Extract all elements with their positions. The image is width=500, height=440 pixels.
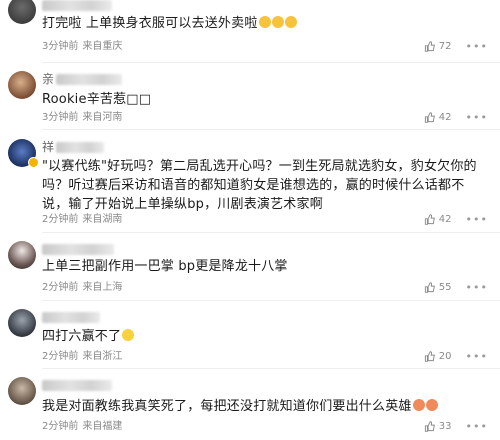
- comment-location: 来自福建: [82, 421, 123, 432]
- like-icon[interactable]: [424, 41, 435, 52]
- avatar[interactable]: [8, 377, 36, 405]
- comment-meta: 2分钟前 来自浙江: [42, 351, 122, 363]
- comment-text: Rookie辛苦惹□□: [42, 90, 482, 109]
- divider: [42, 300, 500, 301]
- laugh-emoji-icon: [258, 16, 271, 28]
- more-options-icon[interactable]: •••: [466, 111, 488, 124]
- comment-item: 亲 Rookie辛苦惹□□ 3分钟前 来自河南 42 •••: [0, 65, 500, 133]
- comment-item: 上单三把副作用一巴掌 bp更是降龙十八掌 2分钟前 来自上海 55 •••: [0, 235, 500, 303]
- comment-item: 打完啦 上单换身衣服可以去送外卖啦 3分钟前 来自重庆 72 •••: [0, 0, 500, 65]
- comment-text: 打完啦 上单换身衣服可以去送外卖啦: [42, 14, 482, 33]
- more-options-icon[interactable]: •••: [466, 213, 488, 226]
- comment-time: 2分钟前: [42, 421, 79, 432]
- comment-item: 祥 "以赛代练"好玩吗？第二局乱选开心吗？一到生死局就选豹女，豹女欠你的吗？听过…: [0, 133, 500, 235]
- comment-time: 2分钟前: [42, 282, 79, 293]
- username-initial[interactable]: 亲: [42, 72, 54, 86]
- avatar[interactable]: [8, 71, 36, 99]
- comment-location: 来自上海: [82, 282, 123, 293]
- like-count: 72: [438, 41, 452, 52]
- comment-text: 四打六赢不了: [42, 327, 482, 346]
- smile-emoji-icon: [122, 329, 135, 341]
- divider: [42, 62, 500, 63]
- comment-text-content: 四打六赢不了: [42, 329, 122, 344]
- avatar[interactable]: [8, 309, 36, 337]
- more-options-icon[interactable]: •••: [466, 420, 488, 433]
- comment-location: 来自湖南: [82, 214, 123, 225]
- comment-meta: 3分钟前 来自重庆: [42, 41, 122, 53]
- comment-text-content: 我是对面教练我真笑死了，每把还没打就知道你们要出什么英雄: [42, 399, 412, 414]
- comment-text: "以赛代练"好玩吗？第二局乱选开心吗？一到生死局就选豹女，豹女欠你的吗？听过赛后…: [42, 157, 482, 214]
- like-count: 33: [438, 421, 452, 432]
- comment-text-content: 上单三把副作用一巴掌 bp更是降龙十八掌: [42, 259, 288, 274]
- divider: [42, 368, 500, 369]
- comment-actions: 20 •••: [424, 350, 488, 363]
- like-icon[interactable]: [424, 214, 435, 225]
- laugh-emoji-icon: [271, 16, 284, 28]
- laugh-emoji-icon: [284, 16, 297, 28]
- more-options-icon[interactable]: •••: [466, 281, 488, 294]
- like-icon[interactable]: [424, 351, 435, 362]
- comment-time: 3分钟前: [42, 41, 79, 52]
- comment-actions: 55 •••: [424, 281, 488, 294]
- username[interactable]: [42, 244, 114, 255]
- comment-text-content: Rookie辛苦惹□□: [42, 92, 152, 107]
- like-icon[interactable]: [424, 112, 435, 123]
- like-count: 20: [438, 351, 452, 362]
- divider: [42, 232, 500, 233]
- vip-badge-icon: [28, 157, 39, 168]
- avatar[interactable]: [8, 241, 36, 269]
- username[interactable]: [42, 312, 100, 323]
- comment-text: 上单三把副作用一巴掌 bp更是降龙十八掌: [42, 257, 482, 276]
- username-initial[interactable]: 祥: [42, 140, 54, 154]
- comment-text: 我是对面教练我真笑死了，每把还没打就知道你们要出什么英雄: [42, 397, 482, 416]
- comment-location: 来自重庆: [82, 41, 123, 52]
- comment-actions: 72 •••: [424, 40, 488, 53]
- comment-text-content: "以赛代练"好玩吗？第二局乱选开心吗？一到生死局就选豹女，豹女欠你的吗？听过赛后…: [42, 159, 477, 212]
- comment-time: 2分钟前: [42, 214, 79, 225]
- comment-text-content: 打完啦 上单换身衣服可以去送外卖啦: [42, 16, 258, 31]
- comment-time: 3分钟前: [42, 112, 79, 123]
- like-icon[interactable]: [424, 282, 435, 293]
- comment-actions: 42 •••: [424, 111, 488, 124]
- more-options-icon[interactable]: •••: [466, 350, 488, 363]
- comment-location: 来自河南: [82, 112, 123, 123]
- comment-actions: 42 •••: [424, 213, 488, 226]
- like-count: 55: [438, 282, 452, 293]
- username[interactable]: [42, 380, 112, 391]
- like-icon[interactable]: [424, 421, 435, 432]
- laugh-emoji-icon: [412, 399, 425, 411]
- divider: [42, 129, 500, 130]
- username[interactable]: [42, 0, 112, 11]
- like-count: 42: [438, 112, 452, 123]
- more-options-icon[interactable]: •••: [466, 40, 488, 53]
- comment-item: 我是对面教练我真笑死了，每把还没打就知道你们要出什么英雄 2分钟前 来自福建 33…: [0, 371, 500, 440]
- username[interactable]: [56, 74, 122, 85]
- comment-meta: 2分钟前 来自福建: [42, 421, 122, 433]
- comment-meta: 2分钟前 来自上海: [42, 282, 122, 294]
- comment-location: 来自浙江: [82, 351, 123, 362]
- laugh-emoji-icon: [425, 399, 438, 411]
- like-count: 42: [438, 214, 452, 225]
- comment-meta: 2分钟前 来自湖南: [42, 214, 122, 226]
- avatar[interactable]: [8, 0, 36, 24]
- comment-item: 四打六赢不了 2分钟前 来自浙江 20 •••: [0, 303, 500, 371]
- comment-actions: 33 •••: [424, 420, 488, 433]
- comment-time: 2分钟前: [42, 351, 79, 362]
- username[interactable]: [56, 142, 104, 153]
- comment-meta: 3分钟前 来自河南: [42, 112, 122, 124]
